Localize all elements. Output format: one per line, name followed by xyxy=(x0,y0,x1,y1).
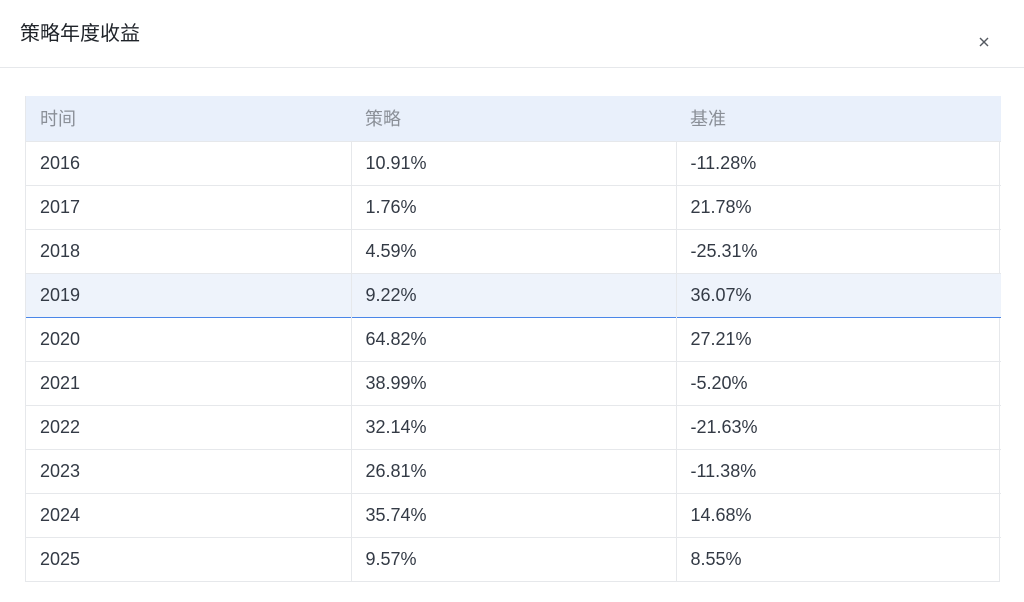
annual-returns-dialog: 策略年度收益 时间 策略 基准 2016 10.91% -11.28% 2017 1.7… xyxy=(0,0,1024,602)
cell-strategy-return: 9.57% xyxy=(351,537,677,581)
cell-strategy-return: 35.74% xyxy=(351,493,677,537)
dialog-title: 策略年度收益 xyxy=(20,21,140,45)
cell-benchmark-return: 21.78% xyxy=(690,196,752,217)
cell-year: 2019 xyxy=(26,273,352,317)
cell-benchmark-return: 14.68% xyxy=(690,504,752,525)
returns-table-container: 时间 策略 基准 2016 10.91% -11.28% 2017 1.76% 21.78… xyxy=(25,96,1001,582)
cell-benchmark-return: 27.21% xyxy=(690,328,752,349)
cell-strategy-return: 10.91% xyxy=(351,141,677,185)
returns-table: 时间 策略 基准 2016 10.91% -11.28% 2017 1.76% 21.78… xyxy=(26,96,1001,581)
cell-year: 2016 xyxy=(26,141,352,185)
cell-strategy-return: 26.81% xyxy=(351,449,677,493)
cell-benchmark-return: -11.28% xyxy=(690,152,757,173)
cell-strategy-return: 9.22% xyxy=(351,273,677,317)
cell-year: 2017 xyxy=(26,185,352,229)
table-row[interactable]: 2024 35.74% 14.68% xyxy=(26,493,1001,537)
cell-benchmark-return: -11.38% xyxy=(690,460,757,481)
table-row[interactable]: 2022 32.14% -21.63% xyxy=(26,405,1001,449)
table-row[interactable]: 2018 4.59% -25.31% xyxy=(26,229,1001,273)
cell-year: 2020 xyxy=(26,317,352,361)
cell-benchmark-return: 8.55% xyxy=(690,548,742,569)
dialog-header: 策略年度收益 xyxy=(0,0,1024,68)
table-row[interactable]: 2020 64.82% 27.21% xyxy=(26,317,1001,361)
cell-strategy-return: 32.14% xyxy=(351,405,677,449)
cell-strategy-return: 38.99% xyxy=(351,361,677,405)
table-row[interactable]: 2025 9.57% 8.55% xyxy=(26,537,1001,581)
close-button[interactable] xyxy=(972,30,996,54)
cell-strategy-return: 4.59% xyxy=(351,229,677,273)
cell-benchmark-return: -21.63% xyxy=(690,416,758,437)
cell-year: 2021 xyxy=(26,361,352,405)
close-icon xyxy=(979,37,989,47)
cell-year: 2025 xyxy=(26,537,352,581)
cell-year: 2023 xyxy=(26,449,352,493)
column-header-benchmark[interactable]: 基准 xyxy=(676,96,1001,141)
table-row[interactable]: 2023 26.81% -11.38% xyxy=(26,449,1001,493)
cell-strategy-return: 64.82% xyxy=(351,317,677,361)
cell-year: 2022 xyxy=(26,405,352,449)
cell-benchmark-return: -5.20% xyxy=(690,372,748,393)
table-body: 2016 10.91% -11.28% 2017 1.76% 21.78% 2018 4.59… xyxy=(26,141,1001,581)
cell-strategy-return: 1.76% xyxy=(351,185,677,229)
table-row[interactable]: 2021 38.99% -5.20% xyxy=(26,361,1001,405)
cell-benchmark-return: -25.31% xyxy=(690,240,758,261)
column-header-time[interactable]: 时间 xyxy=(26,96,351,141)
table-header-row: 时间 策略 基准 xyxy=(26,96,1001,141)
cell-year: 2018 xyxy=(26,229,352,273)
cell-benchmark-return: 36.07% xyxy=(690,284,752,305)
cell-year: 2024 xyxy=(26,493,352,537)
table-row[interactable]: 2016 10.91% -11.28% xyxy=(26,141,1001,185)
table-row[interactable]: 2017 1.76% 21.78% xyxy=(26,185,1001,229)
column-header-strategy[interactable]: 策略 xyxy=(351,96,676,141)
table-row[interactable]: 2019 9.22% 36.07% xyxy=(26,273,1001,317)
